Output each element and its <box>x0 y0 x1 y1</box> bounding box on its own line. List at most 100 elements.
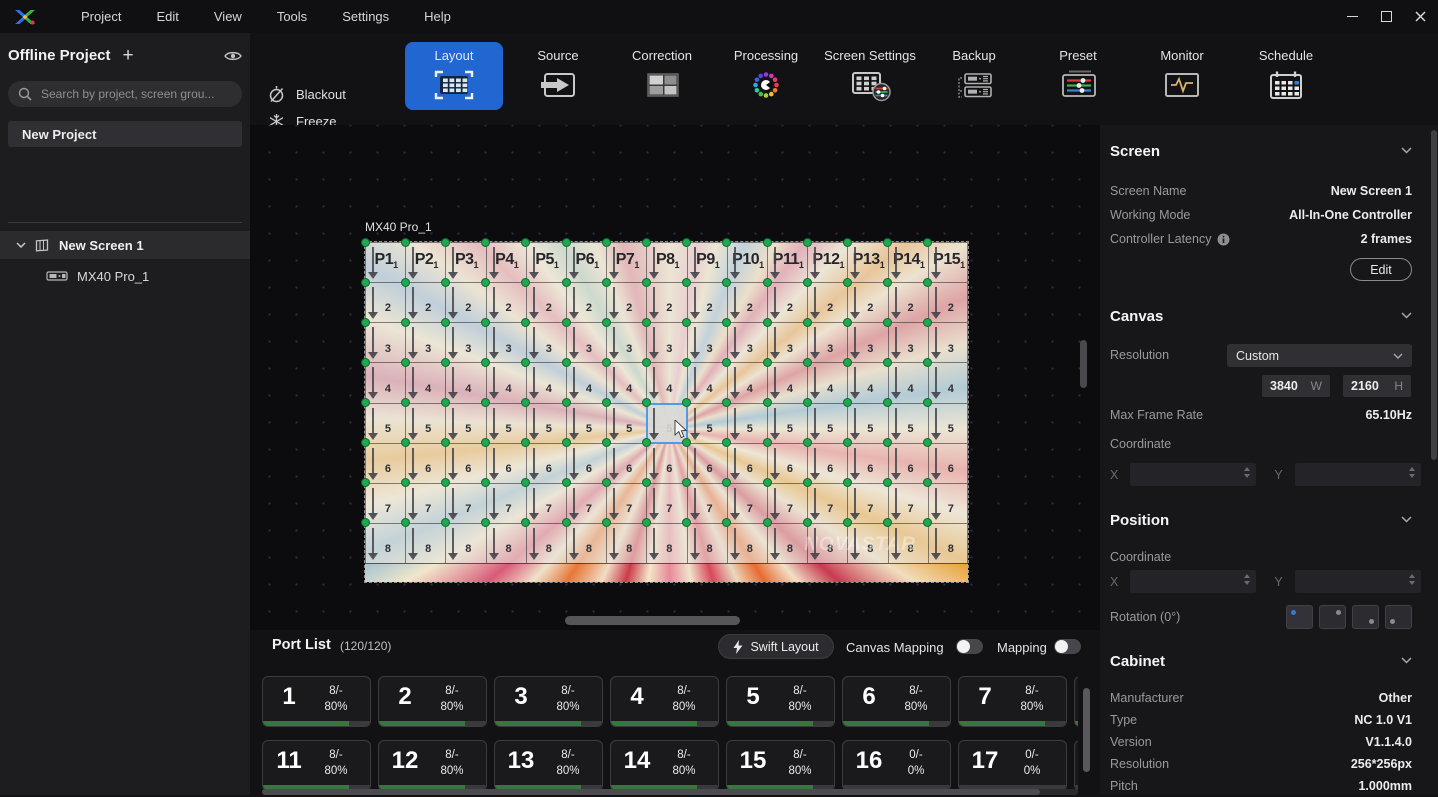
port-card-18[interactable]: 180/-0% <box>1074 740 1078 791</box>
ribbon-tab-source[interactable]: Source <box>509 42 607 110</box>
dataflow-arrowhead <box>690 392 700 399</box>
collapse-chevron-icon[interactable] <box>1401 312 1412 319</box>
cabinet-row-number: 2 <box>505 302 511 314</box>
port-card-11[interactable]: 118/-80% <box>262 740 371 791</box>
port-card-12[interactable]: 128/-80% <box>378 740 487 791</box>
mapping-toggle[interactable] <box>1054 639 1081 654</box>
cabinet-row-number: 6 <box>706 463 712 475</box>
ribbon-tab-layout[interactable]: Layout <box>405 42 503 110</box>
dataflow-arrowhead <box>448 473 458 480</box>
port-card-13[interactable]: 138/-80% <box>494 740 603 791</box>
add-project-button[interactable]: + <box>123 49 134 63</box>
dataflow-arrow <box>774 448 776 474</box>
collapse-chevron-icon[interactable] <box>1401 516 1412 523</box>
project-item[interactable]: New Project <box>8 121 242 147</box>
port-card-2[interactable]: 28/-80% <box>378 676 487 727</box>
menu-item-tools[interactable]: Tools <box>273 7 311 26</box>
cabinet-status-dot <box>642 398 651 407</box>
ribbon-tab-backup[interactable]: Backup <box>925 42 1023 110</box>
cabinet-status-dot <box>441 398 450 407</box>
cabinet-grid[interactable]: P11P21P31P41P51P61P71P81P91P101P111P121P… <box>365 242 968 564</box>
tree-item-screen[interactable]: New Screen 1 <box>0 231 250 259</box>
dataflow-arrowhead <box>408 352 418 359</box>
port-card-15[interactable]: 158/-80% <box>726 740 835 791</box>
position-x-input[interactable] <box>1130 570 1256 593</box>
port-card-4[interactable]: 48/-80% <box>610 676 719 727</box>
resolution-select[interactable]: Custom <box>1227 344 1412 367</box>
canvas-y-input[interactable] <box>1295 463 1421 486</box>
port-card-17[interactable]: 170/-0% <box>958 740 1067 791</box>
collapse-chevron-icon[interactable] <box>1401 657 1412 664</box>
port-list-horizontal-scrollbar[interactable] <box>262 789 1040 795</box>
canvas-height-input[interactable]: 2160 H <box>1343 375 1411 397</box>
ribbon-tab-schedule[interactable]: Schedule <box>1237 42 1335 110</box>
ribbon-tab-monitor[interactable]: Monitor <box>1133 42 1231 110</box>
x-label: X <box>1110 575 1118 589</box>
canvas-horizontal-scrollbar[interactable] <box>565 616 740 625</box>
port-info: 8/-80% <box>539 747 597 779</box>
port-card-5[interactable]: 58/-80% <box>726 676 835 727</box>
rotation-buttons <box>1286 605 1412 629</box>
dataflow-arrowhead <box>368 352 378 359</box>
canvas-width-input[interactable]: 3840 W <box>1262 375 1330 397</box>
menu-item-help[interactable]: Help <box>420 7 455 26</box>
ribbon-tab-preset[interactable]: Preset <box>1029 42 1127 110</box>
port-card-7[interactable]: 78/-80% <box>958 676 1067 727</box>
port-card-1[interactable]: 18/-80% <box>262 676 371 727</box>
ribbon-tab-screen-settings[interactable]: Screen Settings <box>821 42 919 110</box>
dataflow-arrow <box>452 448 454 474</box>
blackout-toggle[interactable]: Blackout <box>268 85 346 103</box>
rotation-180-button[interactable] <box>1352 605 1379 629</box>
minimize-button[interactable] <box>1346 11 1358 23</box>
canvas-x-input[interactable] <box>1130 463 1256 486</box>
menu-item-project[interactable]: Project <box>77 7 125 26</box>
cabinet-status-dot <box>602 478 611 487</box>
screen-preview[interactable]: P11P21P31P41P51P61P71P81P91P101P111P121P… <box>365 242 968 582</box>
canvas-mapping-toggle[interactable] <box>956 639 983 654</box>
info-icon[interactable] <box>1217 233 1230 246</box>
menu-item-edit[interactable]: Edit <box>152 7 182 26</box>
chevron-down-icon[interactable] <box>16 242 26 248</box>
port-card-8[interactable]: 88/-80% <box>1074 676 1078 727</box>
dataflow-arrow <box>814 247 816 273</box>
port-card-14[interactable]: 148/-80% <box>610 740 719 791</box>
visibility-eye-icon[interactable] <box>224 50 242 62</box>
close-button[interactable] <box>1414 11 1426 23</box>
cabinet-status-dot <box>803 398 812 407</box>
cabinet-row-number: 6 <box>787 463 793 475</box>
correction-icon <box>640 68 684 102</box>
edit-button[interactable]: Edit <box>1350 258 1412 281</box>
maximize-button[interactable] <box>1380 11 1392 23</box>
inspector-scrollbar[interactable] <box>1431 130 1437 460</box>
ribbon-tab-processing[interactable]: Processing <box>717 42 815 110</box>
tree-item-device[interactable]: MX40 Pro_1 <box>0 263 250 289</box>
search-box[interactable] <box>8 81 242 107</box>
property-value: NC 1.0 V1 <box>1354 713 1412 727</box>
rotation-0-button[interactable] <box>1286 605 1313 629</box>
position-y-input[interactable] <box>1295 570 1421 593</box>
swift-layout-button[interactable]: Swift Layout <box>718 634 834 659</box>
dataflow-arrow <box>412 528 414 554</box>
dataflow-arrow <box>613 287 615 313</box>
cabinet-row-number: 7 <box>706 503 712 515</box>
collapse-chevron-icon[interactable] <box>1401 147 1412 154</box>
cabinet-row-number: 3 <box>505 343 511 355</box>
cabinet-row-number: 5 <box>948 423 954 435</box>
port-card-6[interactable]: 68/-80% <box>842 676 951 727</box>
port-list-vertical-scrollbar[interactable] <box>1083 688 1090 772</box>
dataflow-arrow <box>412 247 414 273</box>
canvas-area[interactable]: MX40 Pro_1 P11P21P31P41P51P61P71P81P91P1… <box>250 125 1100 630</box>
ribbon-tab-correction[interactable]: Correction <box>613 42 711 110</box>
search-input[interactable] <box>39 86 232 102</box>
dataflow-arrow <box>694 327 696 353</box>
canvas-vertical-scrollbar[interactable] <box>1080 340 1087 388</box>
inspector-panel: Screen Screen NameNew Screen 1Working Mo… <box>1100 125 1438 795</box>
menu-item-view[interactable]: View <box>210 7 246 26</box>
rotation-90-button[interactable] <box>1319 605 1346 629</box>
property-value: V1.1.4.0 <box>1365 735 1412 749</box>
port-card-3[interactable]: 38/-80% <box>494 676 603 727</box>
port-card-16[interactable]: 160/-0% <box>842 740 951 791</box>
menu-item-settings[interactable]: Settings <box>338 7 393 26</box>
rotation-270-button[interactable] <box>1385 605 1412 629</box>
dataflow-arrowhead <box>448 352 458 359</box>
